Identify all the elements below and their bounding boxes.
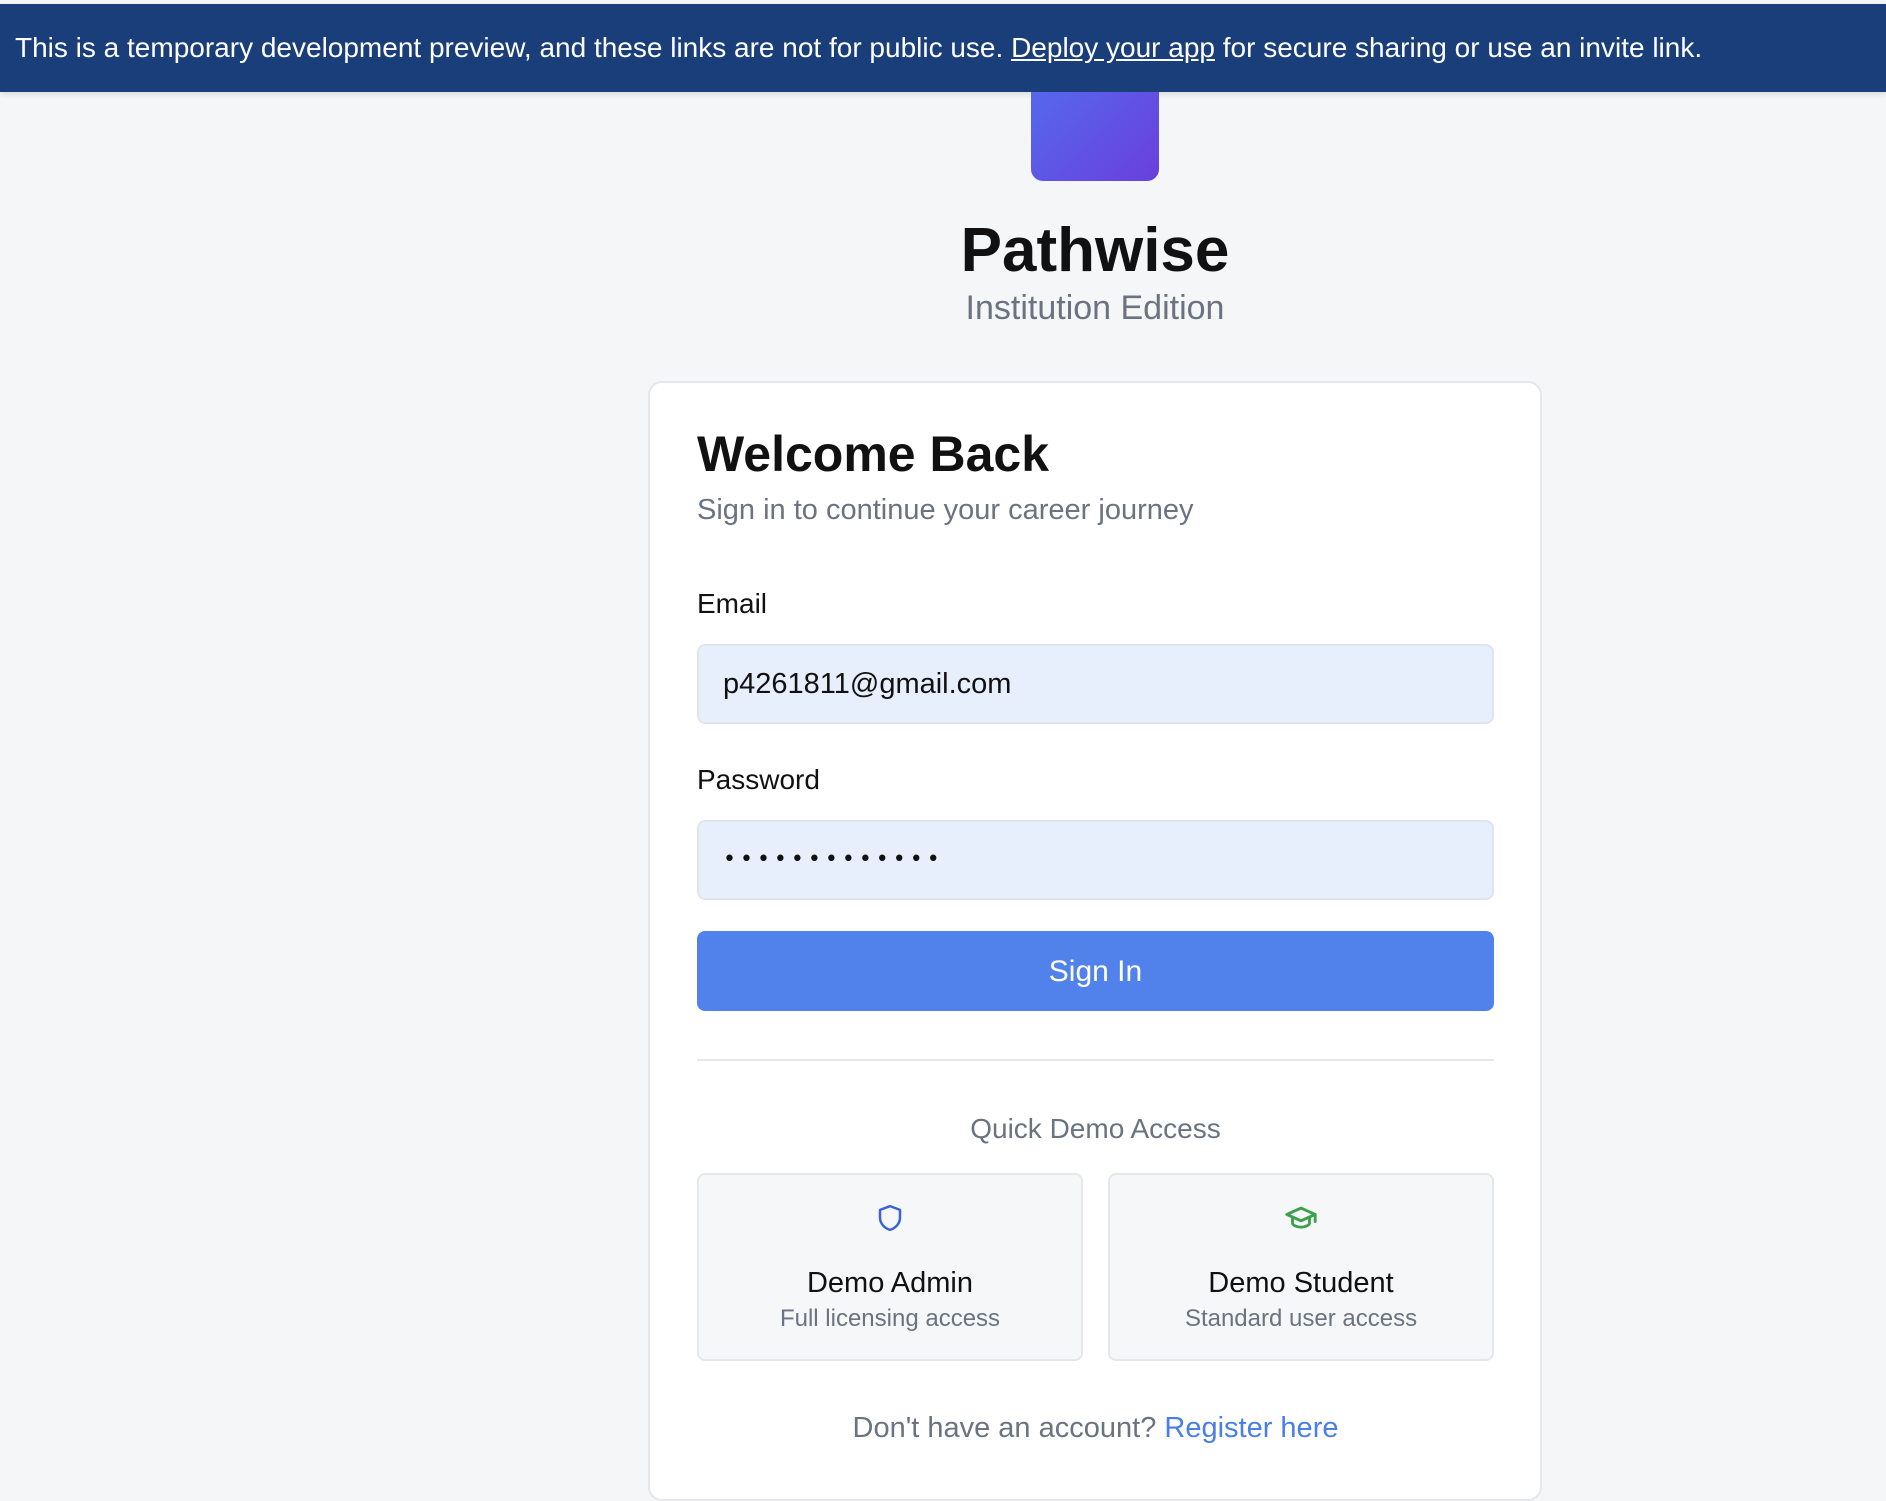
app-logo <box>1031 92 1159 181</box>
email-field[interactable] <box>697 644 1494 724</box>
shield-icon <box>699 1201 1081 1235</box>
quick-demo-heading: Quick Demo Access <box>970 1113 1221 1144</box>
demo-student-button[interactable]: Demo Student Standard user access <box>1108 1173 1494 1361</box>
banner-text-before: This is a temporary development preview,… <box>15 32 1012 63</box>
demo-admin-button[interactable]: Demo Admin Full licensing access <box>697 1173 1083 1361</box>
divider <box>697 1059 1494 1061</box>
register-prompt-text: Don't have an account? <box>852 1412 1165 1444</box>
demo-student-name: Demo Student <box>1208 1267 1394 1299</box>
register-link[interactable]: Register here <box>1164 1412 1338 1444</box>
password-field[interactable]: ••••••••••••• <box>697 820 1494 900</box>
demo-student-description: Standard user access <box>1184 1305 1418 1332</box>
preview-banner: This is a temporary development preview,… <box>0 4 1886 92</box>
app-edition: Institution Edition <box>965 289 1225 327</box>
graduation-cap-icon <box>1110 1201 1492 1235</box>
register-prompt: Don't have an account? Register here <box>697 1410 1494 1446</box>
app-name: Pathwise <box>960 216 1230 285</box>
sign-in-button[interactable]: Sign In <box>697 931 1494 1011</box>
password-label: Password <box>697 764 820 795</box>
demo-admin-name: Demo Admin <box>806 1267 973 1299</box>
demo-admin-description: Full licensing access <box>779 1305 1001 1332</box>
email-label: Email <box>697 588 768 619</box>
page-title: Welcome Back <box>697 426 1050 482</box>
page-subtitle: Sign in to continue your career journey <box>697 494 1194 526</box>
banner-text-after: for secure sharing or use an invite link… <box>1214 32 1703 63</box>
deploy-app-link[interactable]: Deploy your app <box>1011 32 1215 63</box>
